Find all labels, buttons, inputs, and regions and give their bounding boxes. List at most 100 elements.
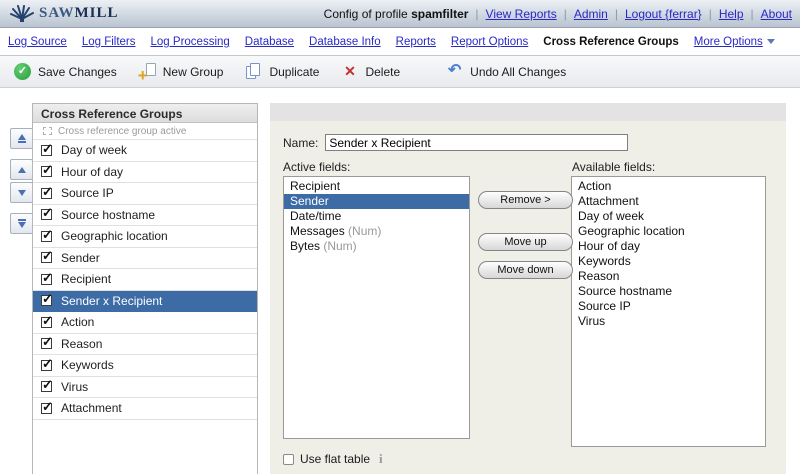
group-checkbox[interactable]: ✓: [41, 381, 52, 392]
remove--button[interactable]: Remove >: [478, 191, 573, 209]
nav-link-log-source[interactable]: Log Source: [8, 36, 67, 48]
nav-link-database-info[interactable]: Database Info: [309, 36, 381, 48]
checkmark-icon: ✓: [42, 141, 53, 157]
move-to-bottom-button[interactable]: [10, 213, 33, 234]
separator: |: [475, 7, 478, 21]
group-row[interactable]: ✓ Geographic location: [33, 226, 257, 248]
group-checkbox[interactable]: ✓: [41, 166, 52, 177]
available-field-item[interactable]: Reason: [572, 269, 765, 284]
group-name-input[interactable]: [325, 134, 628, 151]
chevron-down-icon: [767, 39, 775, 44]
group-checkbox[interactable]: ✓: [41, 317, 52, 328]
available-field-item[interactable]: Source hostname: [572, 284, 765, 299]
group-checkbox[interactable]: ✓: [41, 252, 52, 263]
active-field-item[interactable]: Date/time: [284, 209, 469, 224]
info-icon[interactable]: i: [379, 451, 383, 467]
sawmill-logo[interactable]: SAWMILL: [10, 5, 119, 23]
group-checkbox[interactable]: ✓: [41, 145, 52, 156]
more-options-link[interactable]: More Options: [694, 36, 763, 48]
group-row[interactable]: ✓Reason: [33, 334, 257, 356]
available-field-item[interactable]: Hour of day: [572, 239, 765, 254]
group-checkbox[interactable]: ✓: [41, 188, 52, 199]
field-label: Date/time: [290, 209, 341, 223]
group-checkbox[interactable]: ✓: [41, 295, 52, 306]
group-row[interactable]: ✓ Keywords: [33, 355, 257, 377]
field-type-suffix: (Num): [320, 239, 357, 253]
group-row[interactable]: ✓Action: [33, 312, 257, 334]
checkmark-icon: ✓: [42, 270, 53, 286]
dashed-checkbox-icon: [43, 127, 52, 135]
profile-nav: Log Source Log Filters Log Processing Datab…: [0, 29, 800, 55]
nav-link-report-options[interactable]: Report Options: [451, 36, 528, 48]
active-field-item[interactable]: Bytes (Num): [284, 239, 469, 254]
move-to-top-button[interactable]: [10, 128, 33, 149]
available-field-item[interactable]: Virus: [572, 314, 765, 329]
available-fields-listbox[interactable]: ActionAttachmentDay of weekGeographic lo…: [571, 176, 766, 447]
nav-link-log-processing[interactable]: Log Processing: [151, 36, 230, 48]
group-row[interactable]: ✓Attachment: [33, 398, 257, 420]
delete-button[interactable]: ✕Delete: [341, 63, 400, 80]
active-fields-label: Active fields:: [283, 160, 350, 174]
group-row[interactable]: ✓Source hostname: [33, 205, 257, 227]
header-link-view-reports[interactable]: View Reports: [486, 7, 557, 21]
group-row[interactable]: ✓Sender x Recipient: [33, 291, 257, 313]
logo-text-mill: MILL: [75, 5, 119, 22]
group-row[interactable]: ✓Day of week: [33, 140, 257, 162]
available-field-item[interactable]: Source IP: [572, 299, 765, 314]
available-field-item[interactable]: Day of week: [572, 209, 765, 224]
checkmark-icon: ✓: [42, 205, 53, 221]
separator: |: [709, 7, 712, 21]
available-field-item[interactable]: Action: [572, 179, 765, 194]
group-checkbox[interactable]: ✓: [41, 231, 52, 242]
group-row[interactable]: ✓Hour of day: [33, 162, 257, 184]
move-up-button[interactable]: [10, 159, 33, 180]
active-field-item[interactable]: Messages (Num): [284, 224, 469, 239]
groups-panel-title: Cross Reference Groups: [33, 104, 257, 123]
save-changes-button[interactable]: ✓Save Changes: [14, 63, 117, 80]
available-field-item[interactable]: Geographic location: [572, 224, 765, 239]
group-row-label: Virus: [61, 380, 88, 394]
group-row-label: Source IP: [61, 186, 114, 200]
group-checkbox[interactable]: ✓: [41, 360, 52, 371]
use-flat-table-label: Use flat table: [300, 452, 370, 466]
group-row[interactable]: ✓ Virus: [33, 377, 257, 399]
header-link-about[interactable]: About: [761, 7, 792, 21]
toolbar-button-label: New Group: [163, 65, 224, 79]
header-link-help[interactable]: Help: [719, 7, 744, 21]
checkmark-icon: ✓: [42, 356, 53, 372]
app-header: SAWMILL Config of profile spamfilter |Vi…: [0, 0, 800, 28]
groups-list: ✓Day of week✓Hour of day✓Source IP✓Sourc…: [33, 140, 257, 420]
nav-link-log-filters[interactable]: Log Filters: [82, 36, 136, 48]
group-row-label: Keywords: [61, 358, 114, 372]
active-field-item[interactable]: Sender: [284, 194, 469, 209]
use-flat-table-checkbox[interactable]: [283, 454, 294, 465]
move-down-button[interactable]: Move down: [478, 261, 573, 279]
toolbar-button-label: Duplicate: [269, 65, 319, 79]
group-row-label: Sender: [61, 251, 100, 265]
nav-link-reports[interactable]: Reports: [396, 36, 436, 48]
group-checkbox[interactable]: ✓: [41, 403, 52, 414]
group-checkbox[interactable]: ✓: [41, 209, 52, 220]
logo-text-saw: SAW: [39, 5, 75, 22]
available-field-item[interactable]: Attachment: [572, 194, 765, 209]
move-down-icon: [18, 190, 26, 196]
nav-more-options[interactable]: More Options: [694, 36, 775, 48]
group-row[interactable]: ✓ Source IP: [33, 183, 257, 205]
group-row-label: Geographic location: [61, 229, 168, 243]
undo-all-changes-button[interactable]: ↶Undo All Changes: [446, 63, 566, 80]
nav-link-database[interactable]: Database: [245, 36, 294, 48]
move-down-button[interactable]: [10, 182, 33, 203]
header-link-logout-ferrar-[interactable]: Logout {ferrar}: [625, 7, 702, 21]
move-up-button[interactable]: Move up: [478, 233, 573, 251]
available-field-item[interactable]: Keywords: [572, 254, 765, 269]
group-checkbox[interactable]: ✓: [41, 338, 52, 349]
group-checkbox[interactable]: ✓: [41, 274, 52, 285]
header-link-admin[interactable]: Admin: [574, 7, 608, 21]
new-group-button[interactable]: +New Group: [139, 63, 224, 80]
active-field-item[interactable]: Recipient: [284, 179, 469, 194]
duplicate-button[interactable]: Duplicate: [245, 63, 319, 80]
group-row[interactable]: ✓Recipient: [33, 269, 257, 291]
active-fields-listbox[interactable]: RecipientSenderDate/timeMessages (Num)By…: [283, 176, 470, 439]
group-row[interactable]: ✓ Sender: [33, 248, 257, 270]
duplicate-pages-icon: [245, 63, 262, 80]
